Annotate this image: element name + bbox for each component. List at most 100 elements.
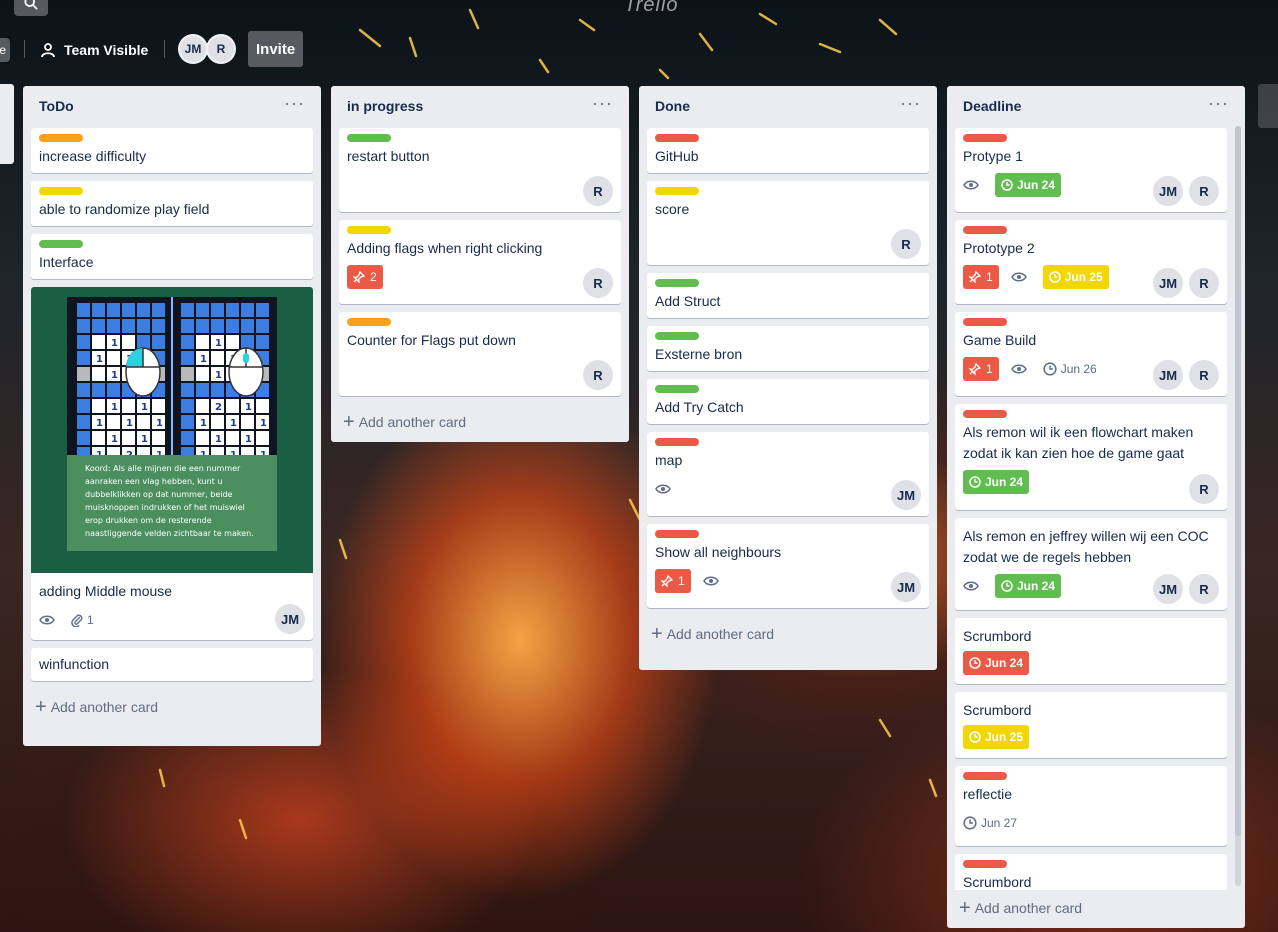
card[interactable]: Protype 1 Jun 24 JM R — [955, 128, 1227, 212]
card[interactable]: Scrumbord Jun 25 — [955, 692, 1227, 758]
member-avatar[interactable]: R — [1189, 268, 1219, 298]
orange-label — [347, 318, 391, 326]
card[interactable]: Game Build 1 Jun 26 JM R — [955, 312, 1227, 396]
list-done: Done ··· GitHub score R Add Struct Exste… — [639, 86, 937, 670]
add-card-label: Add another card — [666, 626, 775, 642]
board-cell — [181, 415, 194, 429]
cell-number: 1 — [111, 370, 118, 381]
card[interactable]: Counter for Flags put down R — [339, 312, 621, 396]
card[interactable]: Scrumbord Jun 24 — [955, 618, 1227, 684]
member-avatar[interactable]: JM — [1153, 268, 1183, 298]
member-avatar[interactable]: JM — [891, 480, 921, 510]
due-date-badge[interactable]: Jun 24 — [963, 470, 1030, 494]
card[interactable]: Adding flags when right clicking 2 R — [339, 220, 621, 304]
card[interactable]: winfunction — [31, 648, 313, 681]
card[interactable]: restart button R — [339, 128, 621, 212]
board-cell — [122, 335, 135, 349]
red-label — [963, 860, 1007, 868]
list-header[interactable]: Deadline ··· — [947, 86, 1245, 128]
scrollbar-thumb[interactable] — [1235, 126, 1241, 836]
member-avatar[interactable]: R — [583, 176, 613, 206]
list-title[interactable]: ToDo — [39, 98, 74, 114]
add-list-edge[interactable] — [1258, 84, 1278, 128]
team-visible-button[interactable]: Team Visible — [40, 38, 148, 62]
card[interactable]: Show all neighbours 1 JM — [647, 524, 929, 608]
list-menu-icon[interactable]: ··· — [284, 94, 305, 112]
member-avatar[interactable]: R — [583, 360, 613, 390]
list-menu-icon[interactable]: ··· — [900, 94, 921, 112]
member-avatar[interactable]: JM — [1153, 176, 1183, 206]
list-menu-icon[interactable]: ··· — [1208, 94, 1229, 112]
card[interactable]: able to randomize play field — [31, 181, 313, 226]
card-title: reflectie — [963, 786, 1013, 802]
member-avatar[interactable]: R — [1189, 574, 1219, 604]
card[interactable]: GitHub — [647, 128, 929, 173]
due-date-badge[interactable]: Jun 26 — [1043, 357, 1097, 381]
member-avatar[interactable]: R — [583, 268, 613, 298]
due-date-badge[interactable]: Jun 24 — [963, 651, 1030, 675]
due-date-badge[interactable]: Jun 25 — [963, 725, 1030, 749]
board-cell — [92, 399, 105, 413]
card[interactable]: Interface — [31, 234, 313, 279]
green-label — [347, 134, 391, 142]
list-menu-icon[interactable]: ··· — [592, 94, 613, 112]
member-avatar[interactable]: R — [1189, 474, 1219, 504]
add-card-button[interactable]: + Add another card — [639, 616, 937, 652]
list-header[interactable]: ToDo ··· — [23, 86, 321, 128]
card[interactable]: 1111111111112111112111111111 Koord: Als … — [31, 287, 313, 640]
add-card-button[interactable]: + Add another card — [23, 689, 321, 725]
board-cell — [92, 431, 105, 445]
card[interactable]: Scrumbord — [955, 854, 1227, 890]
board-cell — [77, 367, 90, 381]
clock-icon — [969, 657, 981, 669]
votes-count: 2 — [370, 270, 377, 284]
member-avatar[interactable]: R — [891, 229, 921, 259]
card-title: Prototype 2 — [963, 240, 1035, 256]
avatar[interactable]: R — [206, 34, 236, 64]
search-button[interactable] — [14, 0, 48, 16]
cell-number: 1 — [200, 418, 207, 429]
list-in-progress: in progress ··· restart button R Adding … — [331, 86, 629, 442]
due-date-badge[interactable]: Jun 25 — [1042, 265, 1109, 289]
board-cell — [226, 335, 239, 349]
card[interactable]: Als remon en jeffrey willen wij een COC … — [955, 518, 1227, 610]
list-title[interactable]: Done — [655, 98, 690, 114]
add-card-button[interactable]: + Add another card — [331, 404, 629, 440]
due-date-badge[interactable]: Jun 27 — [963, 811, 1017, 835]
card[interactable]: Exsterne bron — [647, 326, 929, 371]
due-date-badge[interactable]: Jun 24 — [995, 173, 1062, 197]
board-name-chip[interactable]: e — [0, 38, 10, 62]
list-header[interactable]: Done ··· — [639, 86, 937, 128]
card-badges: Jun 24 — [963, 468, 1219, 496]
clock-icon — [1001, 580, 1013, 592]
list-scrollbar[interactable] — [1235, 126, 1241, 886]
card[interactable]: map JM — [647, 432, 929, 516]
member-avatar[interactable]: JM — [891, 572, 921, 602]
card[interactable]: increase difficulty — [31, 128, 313, 173]
member-avatar[interactable]: R — [1189, 360, 1219, 390]
board-cell — [107, 303, 120, 317]
card[interactable]: Prototype 2 1 Jun 25 JM R — [955, 220, 1227, 304]
card[interactable]: Add Try Catch — [647, 379, 929, 424]
member-avatar[interactable]: R — [1189, 176, 1219, 206]
card[interactable]: reflectie Jun 27 — [955, 766, 1227, 846]
board-cell — [256, 431, 269, 445]
red-label — [655, 438, 699, 446]
card-title: Scrumbord — [963, 874, 1032, 890]
card[interactable]: Add Struct — [647, 273, 929, 318]
list-header[interactable]: in progress ··· — [331, 86, 629, 128]
member-avatar[interactable]: JM — [1153, 360, 1183, 390]
invite-button[interactable]: Invite — [248, 31, 304, 67]
member-avatar[interactable]: JM — [1153, 574, 1183, 604]
attachment-count: 1 — [87, 613, 94, 627]
due-date-badge[interactable]: Jun 24 — [995, 574, 1062, 598]
member-avatar[interactable]: JM — [275, 604, 305, 634]
add-card-button[interactable]: + Add another card — [947, 890, 1245, 926]
avatar[interactable]: JM — [178, 34, 208, 64]
list-title[interactable]: in progress — [347, 98, 423, 114]
card[interactable]: score R — [647, 181, 929, 265]
list-title[interactable]: Deadline — [963, 98, 1021, 114]
card[interactable]: Als remon wil ik een flowchart maken zod… — [955, 404, 1227, 510]
team-visible-label: Team Visible — [64, 42, 149, 58]
board-cell — [137, 319, 150, 333]
